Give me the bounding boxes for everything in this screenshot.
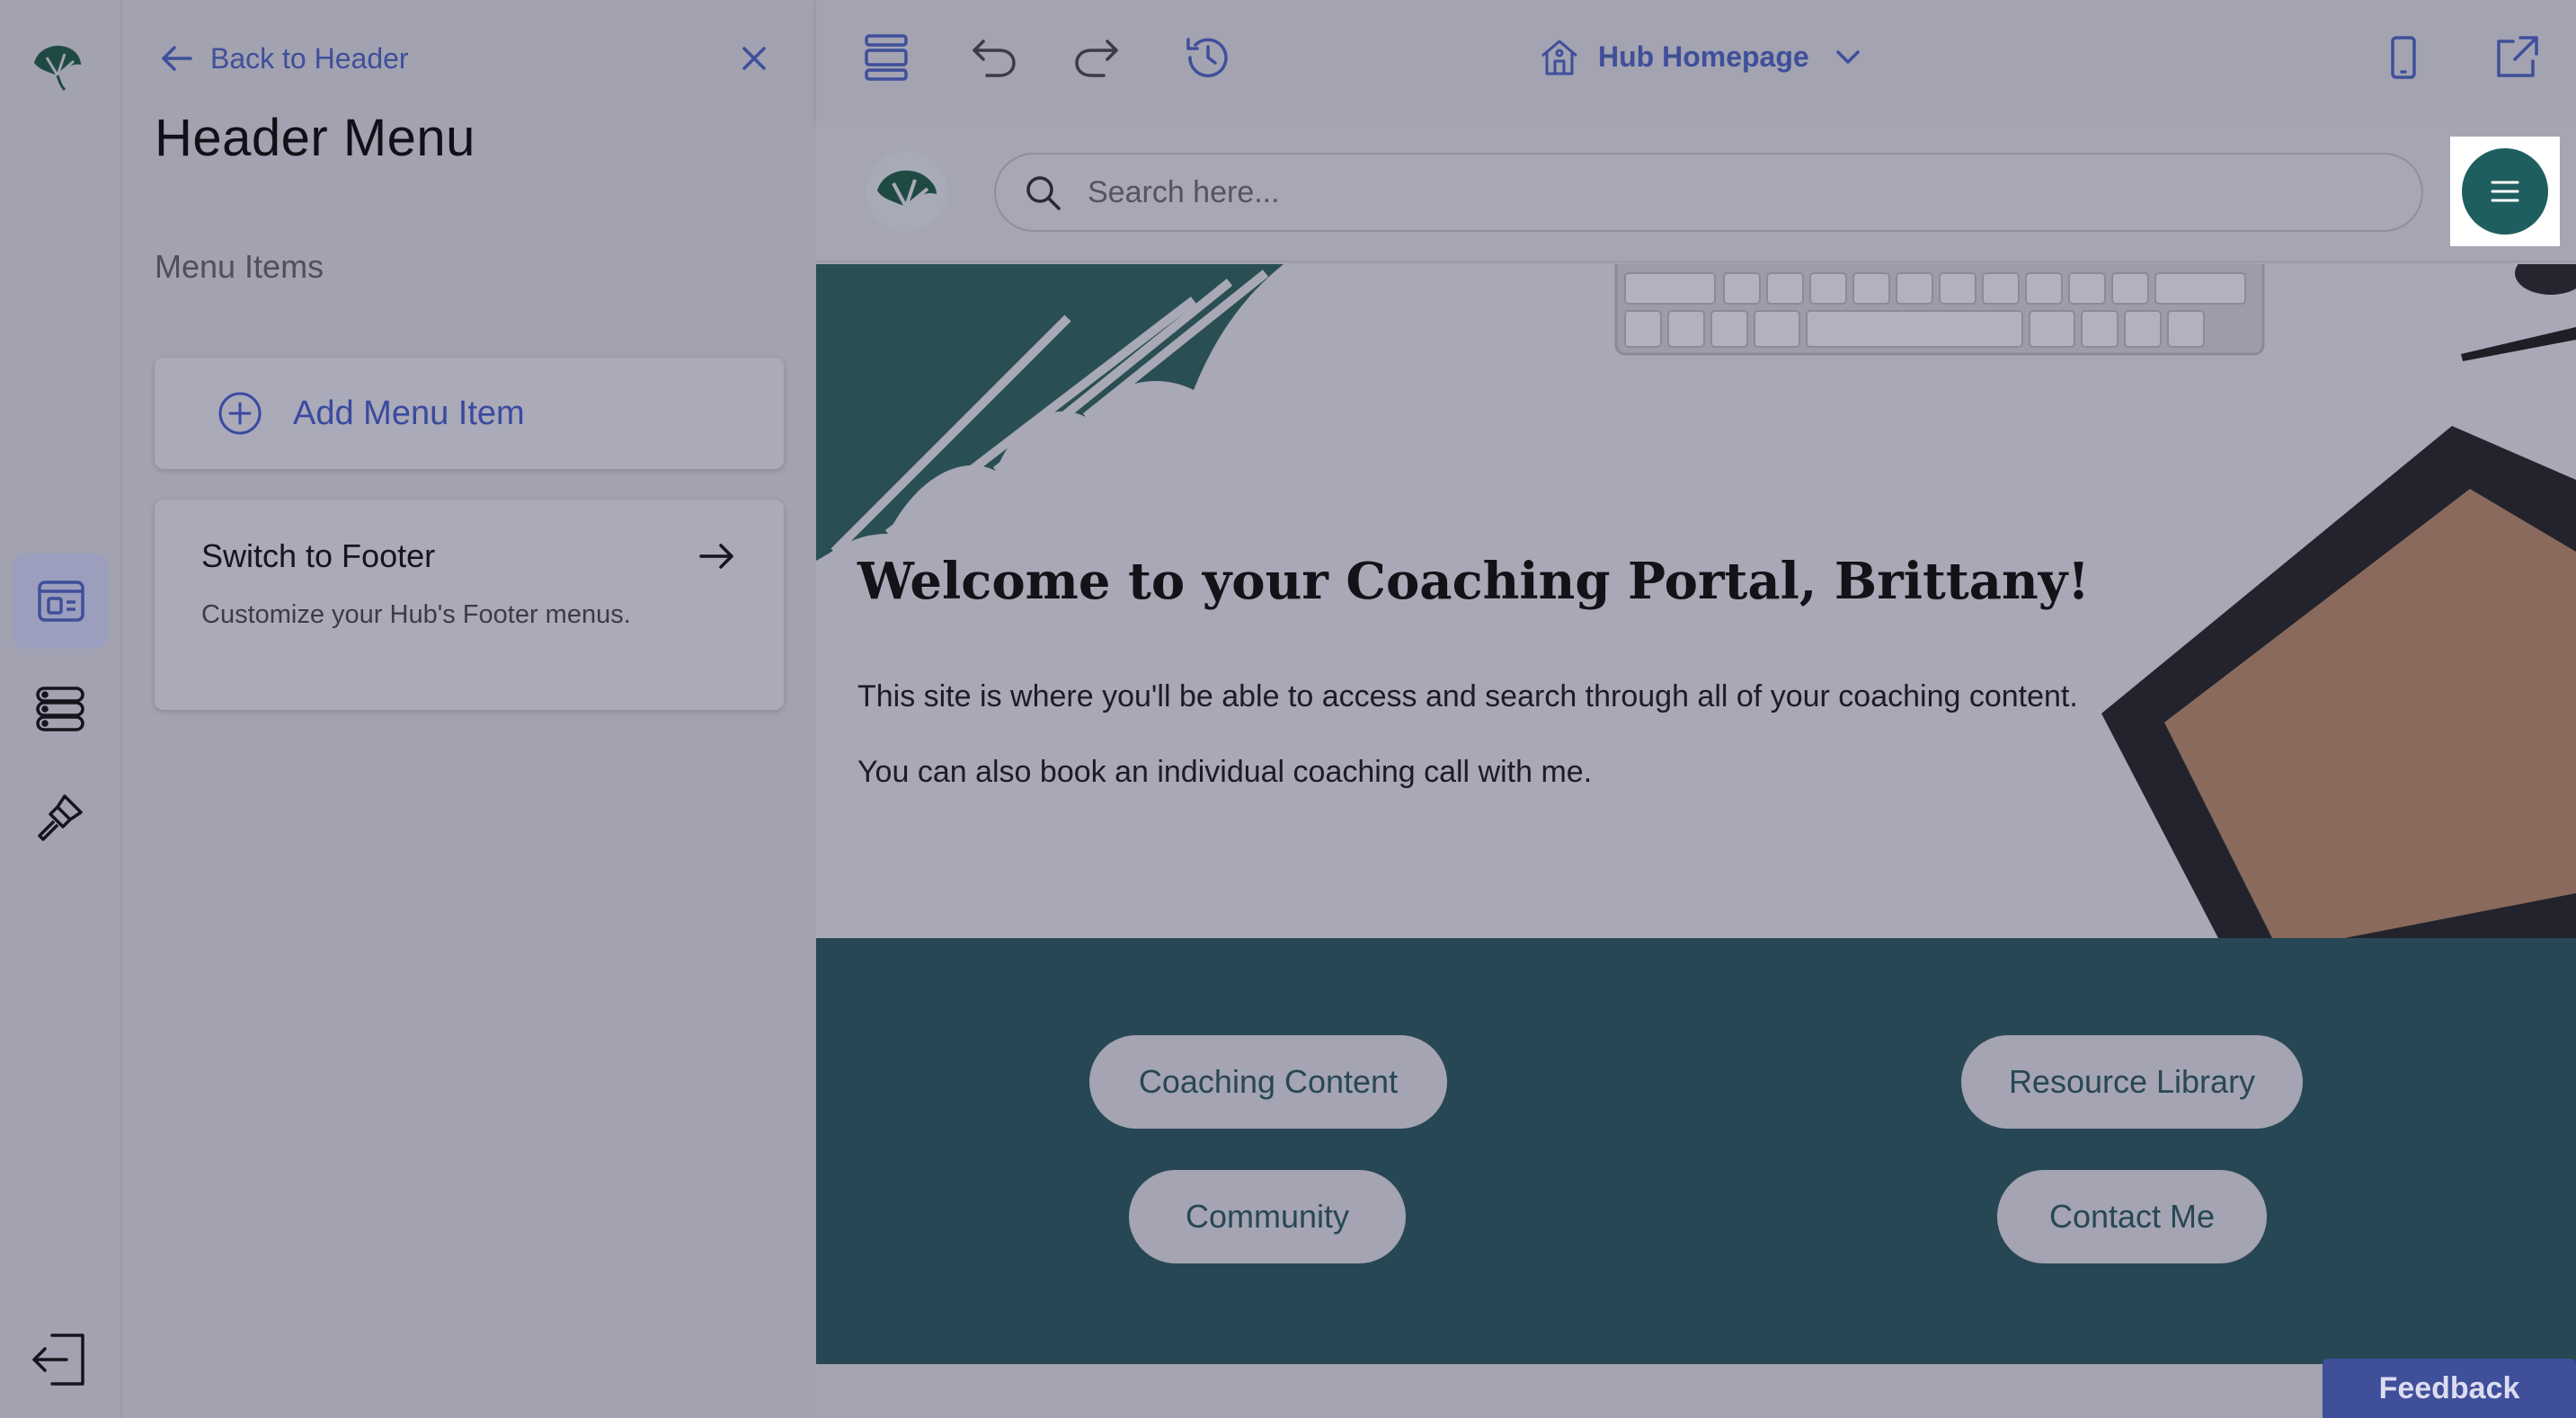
search-icon [1026,176,1061,210]
search-bar[interactable] [994,153,2423,232]
site-preview: Welcome to your Coaching Portal, Brittan… [816,120,2576,1418]
feedback-button[interactable]: Feedback [2323,1359,2576,1418]
add-menu-item-label: Add Menu Item [293,394,525,432]
home-icon [1541,40,1577,75]
brush-icon [38,794,83,841]
hero-section: Welcome to your Coaching Portal, Brittan… [816,264,2576,938]
close-icon[interactable] [733,38,775,79]
page-name: Hub Homepage [1598,40,1809,73]
icon-rail [0,0,122,1418]
editor-toolbar: Hub Homepage [816,0,2576,120]
plus-circle-icon [218,392,262,435]
hero-paragraph-1: This site is where you'll be able to acc… [857,679,2078,713]
history-icon[interactable] [1179,29,1237,86]
arrow-left-icon [162,46,192,71]
arrow-right-icon [699,544,733,569]
menu-button-highlight [2450,137,2560,246]
undo-icon[interactable] [965,29,1023,86]
hero-paragraph-2: You can also book an individual coaching… [857,755,1593,789]
link-coaching-content[interactable]: Coaching Content [1089,1035,1447,1129]
mobile-preview-icon[interactable] [2375,29,2432,86]
page-selector[interactable]: Hub Homepage [1537,34,1870,79]
quick-links-section: Coaching Content Resource Library Commun… [816,938,2576,1364]
switch-description: Customize your Hub's Footer menus. [201,600,631,629]
back-label: Back to Header [210,41,409,75]
switch-to-footer-card[interactable]: Switch to Footer Customize your Hub's Fo… [155,500,784,710]
hero-title: Welcome to your Coaching Portal, Brittan… [857,552,2090,611]
monstera-logo-icon [877,170,937,208]
external-link-icon[interactable] [2488,29,2545,86]
switch-title: Switch to Footer [201,537,436,574]
link-contact-me[interactable]: Contact Me [1997,1170,2267,1263]
rail-sections-button[interactable] [13,554,108,649]
hamburger-icon [2491,181,2519,202]
link-resource-library[interactable]: Resource Library [1961,1035,2303,1129]
back-to-header-link[interactable]: Back to Header [158,40,409,77]
site-header [816,120,2576,262]
hamburger-menu-button[interactable] [2462,148,2548,235]
monstera-logo-icon [34,45,81,92]
list-icon [36,687,84,731]
exit-icon[interactable] [27,1326,93,1393]
search-input[interactable] [1086,173,2344,211]
settings-panel: Back to Header Header Menu Menu Items Ad… [122,0,816,1418]
panel-title: Header Menu [155,109,475,167]
site-logo[interactable] [866,151,947,232]
add-menu-item-button[interactable]: Add Menu Item [155,358,784,469]
sections-stack-icon[interactable] [857,29,915,86]
chevron-down-icon [1835,50,1860,64]
rail-menus-button[interactable] [13,661,108,757]
menu-items-label: Menu Items [155,248,324,285]
redo-icon[interactable] [1068,29,1125,86]
layout-icon [38,580,84,622]
link-community[interactable]: Community [1129,1170,1406,1263]
rail-styles-button[interactable] [13,769,108,864]
